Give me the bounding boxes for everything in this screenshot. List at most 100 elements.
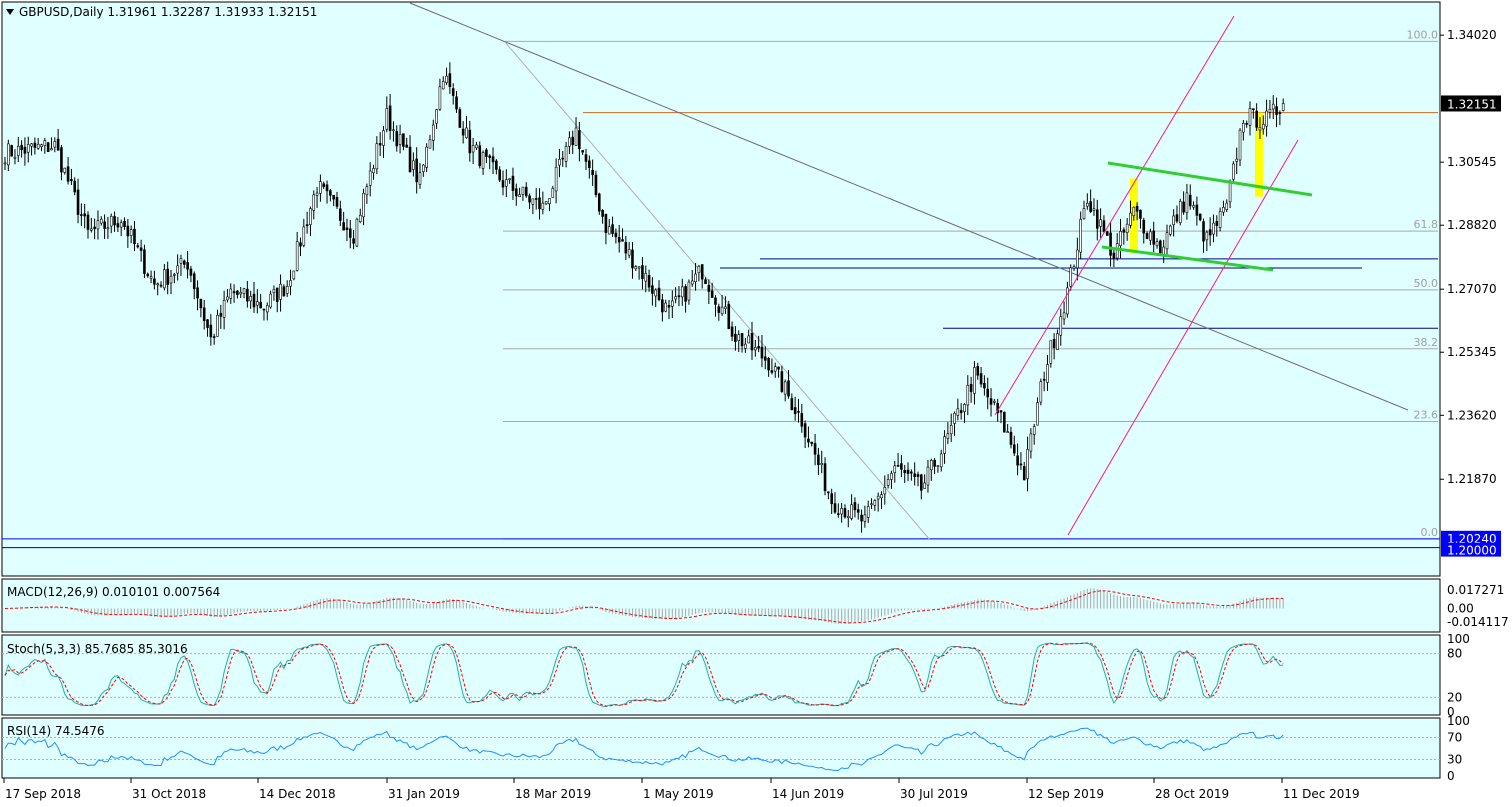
candle-body [80, 214, 83, 216]
candle-body [33, 142, 37, 148]
candle-body [634, 266, 638, 270]
candle-body [827, 491, 830, 494]
candle-body [647, 275, 651, 288]
candle-body [747, 335, 750, 344]
candle-body [1149, 231, 1152, 241]
candle-body [926, 466, 930, 486]
candle-body [807, 438, 810, 443]
macd-label: MACD(12,26,9) 0.010101 0.007564 [7, 585, 220, 599]
candle-body [153, 278, 156, 285]
candle-body [920, 474, 923, 491]
candle-body [680, 286, 684, 298]
candle-body [780, 371, 784, 392]
candle-body [913, 473, 916, 477]
candle-body [139, 247, 143, 251]
candle-body [299, 242, 302, 247]
candle-body [76, 189, 80, 215]
candle-body [123, 220, 126, 227]
candle-body [1215, 221, 1219, 226]
candle-body [106, 227, 110, 230]
candle-body [256, 301, 259, 306]
candle-body [119, 222, 123, 228]
candle-body [445, 75, 448, 83]
candle-body [910, 471, 913, 474]
candle-body [594, 174, 598, 195]
candle-body [282, 286, 286, 297]
candle-body [866, 506, 870, 518]
candle-body [1129, 212, 1132, 226]
candle-body [1139, 209, 1142, 219]
candle-body [860, 514, 863, 522]
macd-tick-label: 0.00 [1447, 602, 1474, 616]
candle-body [23, 146, 27, 154]
candle-body [657, 287, 661, 301]
candle-body [684, 286, 687, 302]
candle-body [1242, 122, 1245, 133]
candle-body [896, 465, 900, 467]
candle-body [159, 284, 163, 287]
candle-body [7, 143, 10, 166]
candle-body [398, 134, 402, 145]
candle-body [246, 288, 249, 302]
candle-body [1006, 431, 1009, 433]
candle-body [770, 370, 774, 373]
candle-body [36, 143, 40, 149]
candle-body [90, 228, 93, 231]
candle-body [1026, 449, 1029, 479]
candle-body [196, 287, 199, 299]
candle-body [275, 287, 279, 302]
candle-body [352, 238, 355, 244]
candle-body [840, 508, 843, 515]
candle-body [1218, 210, 1222, 228]
date-label: 17 Sep 2018 [5, 787, 81, 801]
candle-body [1235, 158, 1239, 162]
candle-body [109, 215, 113, 227]
candle-body [431, 124, 435, 141]
candle-body [820, 463, 824, 466]
candle-body [468, 129, 472, 154]
candle-body [458, 109, 462, 128]
candle-body [1122, 229, 1126, 233]
candle-body [325, 184, 329, 192]
candle-body [113, 216, 116, 226]
main-panel[interactable] [1, 1, 1441, 577]
candle-body [485, 149, 488, 157]
candle-body [378, 143, 382, 146]
candle-body [1059, 316, 1063, 336]
candle-body [621, 239, 624, 242]
candle-body [1198, 213, 1202, 221]
candle-body [1278, 112, 1282, 114]
candle-body [601, 209, 604, 217]
candle-body [724, 306, 727, 309]
candle-body [13, 156, 17, 159]
candle-body [1029, 433, 1033, 452]
candle-body [554, 166, 558, 192]
rsi-tick-label: 30 [1447, 753, 1462, 767]
candle-body [664, 302, 667, 312]
candle-body [1112, 252, 1116, 259]
candle-body [710, 290, 714, 298]
date-label: 31 Jan 2019 [388, 787, 460, 801]
candle-body [46, 142, 50, 153]
candle-body [1271, 103, 1275, 110]
candle-body [1245, 123, 1248, 125]
candle-body [56, 138, 60, 151]
rsi-panel[interactable] [1, 717, 1441, 779]
candle-body [886, 479, 890, 486]
stoch-panel[interactable] [1, 634, 1441, 716]
candle-body [1222, 207, 1225, 213]
candle-body [435, 109, 438, 124]
candle-body [335, 197, 339, 207]
candle-body [611, 224, 614, 234]
candle-body [1202, 221, 1205, 242]
candle-body [126, 225, 130, 237]
candle-body [1046, 364, 1049, 383]
candle-body [830, 493, 833, 505]
candle-body [1069, 267, 1073, 287]
candle-body [1212, 222, 1215, 235]
candle-body [1016, 455, 1019, 466]
candle-body [186, 262, 189, 270]
candle-body [202, 307, 206, 321]
candle-body [641, 265, 644, 280]
stoch-tick-label: 80 [1447, 647, 1462, 661]
